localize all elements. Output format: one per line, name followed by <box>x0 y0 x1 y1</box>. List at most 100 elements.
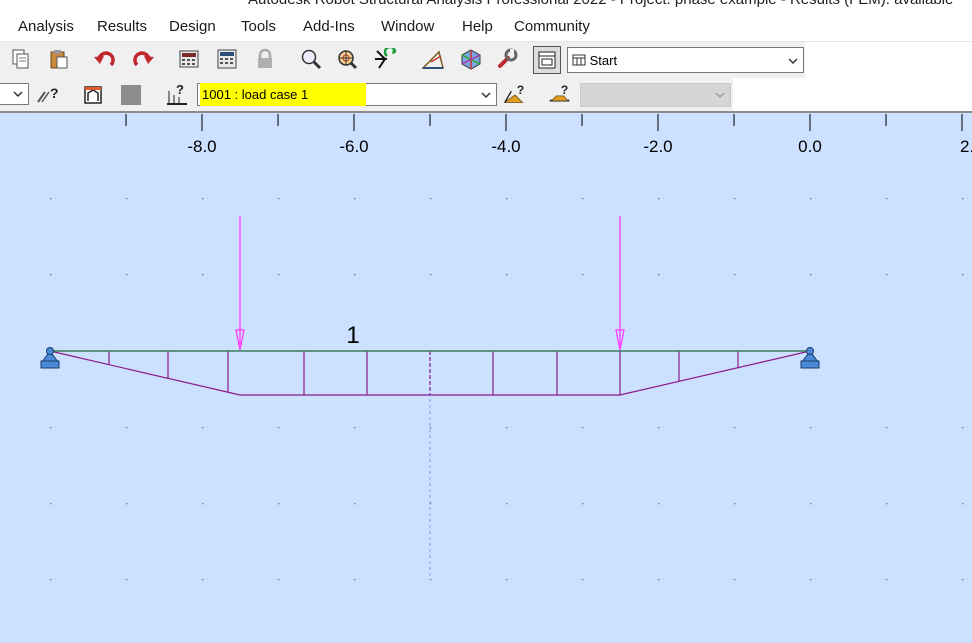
grid-dot <box>810 579 812 581</box>
axis-label: 0.0 <box>798 137 822 156</box>
grid-dot <box>126 503 128 505</box>
grid-dot <box>734 274 736 276</box>
grid-dot <box>50 503 52 505</box>
menu-window[interactable]: Window <box>381 18 434 35</box>
selection-help-icon[interactable]: ? <box>35 82 61 108</box>
grid-dot <box>582 198 584 200</box>
grid-dot <box>278 274 280 276</box>
grid-dot <box>430 427 432 429</box>
grid-dot <box>886 198 888 200</box>
grid-dot <box>886 274 888 276</box>
grid-dots <box>50 198 964 581</box>
grid-dot <box>202 274 204 276</box>
load-case-help-icon[interactable]: ? <box>164 82 190 108</box>
zoom-icon[interactable] <box>298 46 324 72</box>
zoom-window-icon[interactable] <box>334 46 360 72</box>
svg-text:?: ? <box>176 83 184 97</box>
grid-dot <box>658 503 660 505</box>
chevron-down-icon <box>715 92 725 99</box>
calculator-icon[interactable] <box>176 46 202 72</box>
copy-icon[interactable] <box>8 46 34 72</box>
grid-dot <box>962 274 964 276</box>
grid-dot <box>278 198 280 200</box>
structure-view[interactable]: -8.0 -6.0 -4.0 -2.0 0.0 2.0 <box>0 113 972 638</box>
grid-dot <box>354 427 356 429</box>
grid-dot <box>810 427 812 429</box>
wrench-icon[interactable] <box>494 46 520 72</box>
grid-dot <box>126 579 128 581</box>
undo-icon[interactable] <box>92 46 118 72</box>
grid-dot <box>886 579 888 581</box>
grid-dot <box>278 579 280 581</box>
layout-select[interactable]: Start <box>567 47 804 73</box>
grid-dot <box>506 427 508 429</box>
grid-dot <box>354 579 356 581</box>
display-settings-icon[interactable] <box>118 82 144 108</box>
grid-dot <box>50 274 52 276</box>
bending-moment-diagram <box>49 350 811 396</box>
grid-dot <box>50 198 52 200</box>
frame-view-icon[interactable] <box>80 82 106 108</box>
svg-text:?: ? <box>561 83 568 97</box>
menu-analysis[interactable]: Analysis <box>18 18 74 35</box>
grid-dot <box>430 198 432 200</box>
grid-dot <box>278 427 280 429</box>
menu-add-ins[interactable]: Add-Ins <box>303 18 355 35</box>
axis-label: 2.0 <box>960 137 972 156</box>
lock-icon[interactable] <box>252 46 278 72</box>
load-display-help-icon[interactable]: ? <box>502 82 528 108</box>
menu-bar: Analysis Results Design Tools Add-Ins Wi… <box>0 11 972 42</box>
grid-dot <box>962 503 964 505</box>
diagram-help-icon[interactable]: ? <box>547 82 573 108</box>
grid-dot <box>734 503 736 505</box>
grid-dot <box>734 427 736 429</box>
chevron-down-icon <box>13 91 23 98</box>
selection-select[interactable] <box>0 83 29 105</box>
grid-dot <box>506 579 508 581</box>
layout-select-value: Start <box>589 53 618 68</box>
menu-community[interactable]: Community <box>514 18 590 35</box>
grid-dot <box>886 503 888 505</box>
grid-dot <box>962 579 964 581</box>
grid-dot <box>658 427 660 429</box>
table-calc-icon[interactable] <box>214 46 240 72</box>
load-case-select-value: 1001 : load case 1 <box>202 87 309 102</box>
menu-tools[interactable]: Tools <box>241 18 276 35</box>
grid-dot <box>506 198 508 200</box>
menu-help[interactable]: Help <box>462 18 493 35</box>
structure-view-svg: -8.0 -6.0 -4.0 -2.0 0.0 2.0 <box>40 114 972 581</box>
grid-dot <box>202 198 204 200</box>
member-label: 1 <box>346 322 359 349</box>
grid-dot <box>810 274 812 276</box>
grid-dot <box>582 503 584 505</box>
point-load-left[interactable] <box>235 216 245 351</box>
structure-measure-icon[interactable] <box>420 46 446 72</box>
grid-dot <box>962 198 964 200</box>
grid-dot <box>354 503 356 505</box>
grid-dot <box>658 198 660 200</box>
load-case-select[interactable]: 1001 : load case 1 <box>197 83 497 106</box>
grid-dot <box>50 579 52 581</box>
grid-dot <box>582 274 584 276</box>
axis-label: -2.0 <box>643 137 672 156</box>
chevron-down-icon <box>481 92 491 99</box>
3d-view-icon[interactable] <box>458 46 484 72</box>
grid-dot <box>354 274 356 276</box>
menu-results[interactable]: Results <box>97 18 147 35</box>
menu-design[interactable]: Design <box>169 18 216 35</box>
view-axes-icon[interactable] <box>372 46 398 72</box>
point-load-right[interactable] <box>615 216 625 351</box>
grid-dot <box>582 427 584 429</box>
axis-label: -4.0 <box>491 137 520 156</box>
redo-icon[interactable] <box>130 46 156 72</box>
grid-dot <box>126 198 128 200</box>
window-title-bar: Autodesk Robot Structural Analysis Profe… <box>0 0 972 11</box>
grid-dot <box>202 503 204 505</box>
grid-dot <box>354 198 356 200</box>
toolbar-empty-area <box>805 42 972 78</box>
grid-dot <box>506 274 508 276</box>
svg-text:?: ? <box>50 85 59 101</box>
paste-icon[interactable] <box>46 46 72 72</box>
results-toolbar: ? ? 1001 : load case 1 ? ? <box>0 78 972 112</box>
layout-icon[interactable] <box>533 46 561 74</box>
